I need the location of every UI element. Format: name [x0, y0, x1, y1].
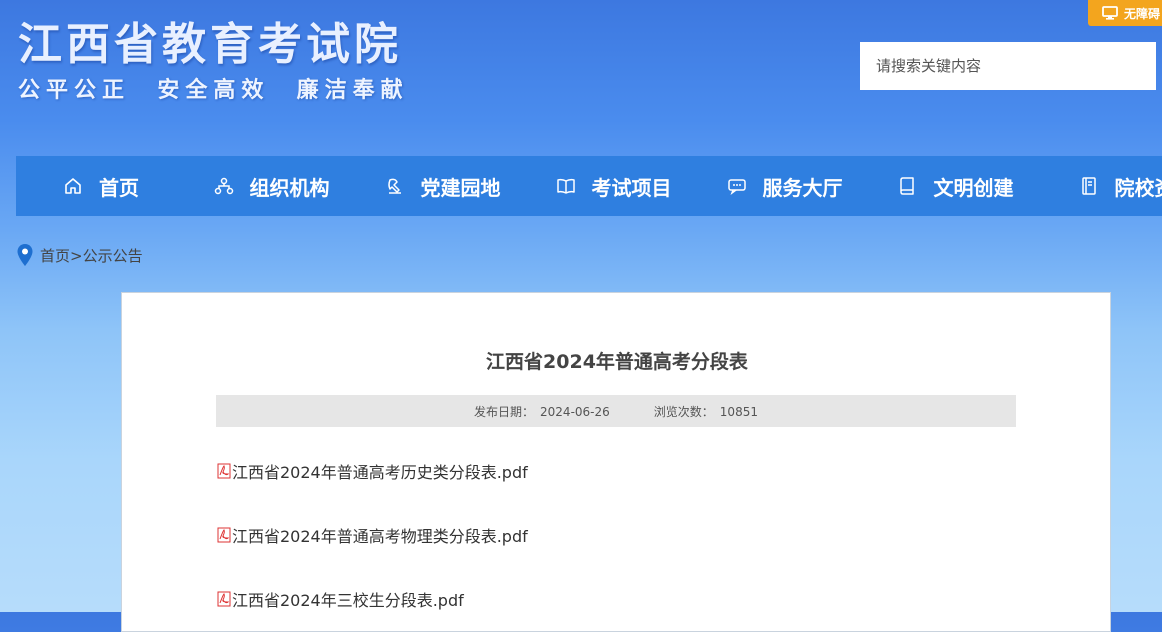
publish-date-label: 发布日期：: [474, 405, 534, 419]
search-input[interactable]: [860, 42, 1156, 90]
nav-label: 首页: [99, 172, 139, 201]
breadcrumb-current[interactable]: 公示公告: [83, 247, 143, 265]
party-icon: [385, 176, 405, 196]
document-icon: [1079, 176, 1099, 196]
nav-label: 党建园地: [421, 172, 501, 201]
nav-item-home[interactable]: 首页: [16, 156, 186, 216]
breadcrumb-separator: >: [70, 247, 83, 265]
org-chart-icon: [214, 176, 234, 196]
chat-icon: [727, 176, 747, 196]
nav-item-colleges[interactable]: 院校资: [1041, 156, 1162, 216]
pdf-icon: [217, 463, 231, 479]
site-slogan: 公平公正 安全高效 廉洁奉献: [18, 72, 409, 104]
accessibility-label: 无障碍: [1124, 5, 1160, 22]
attachment-link[interactable]: 江西省2024年三校生分段表.pdf: [217, 587, 464, 611]
book-icon: [898, 176, 918, 196]
article-meta: 发布日期： 2024-06-26 浏览次数： 10851: [216, 395, 1016, 427]
attachment-name: 江西省2024年普通高考历史类分段表.pdf: [232, 459, 528, 483]
view-count-label: 浏览次数：: [654, 405, 714, 419]
nav-label: 院校资: [1115, 172, 1162, 201]
accessibility-button[interactable]: 无障碍: [1088, 0, 1162, 26]
publish-date-value: 2024-06-26: [540, 405, 610, 419]
article-card: 江西省2024年普通高考分段表 发布日期： 2024-06-26 浏览次数： 108…: [121, 292, 1111, 632]
nav-label: 服务大厅: [763, 172, 843, 201]
pdf-icon: [217, 527, 231, 543]
nav-item-exams[interactable]: 考试项目: [528, 156, 699, 216]
nav-label: 组织机构: [250, 172, 330, 201]
view-count: 浏览次数： 10851: [654, 403, 758, 420]
attachment-link[interactable]: 江西省2024年普通高考历史类分段表.pdf: [217, 459, 528, 483]
attachment-link[interactable]: 江西省2024年普通高考物理类分段表.pdf: [217, 523, 528, 547]
breadcrumb-home-link[interactable]: 首页: [40, 247, 70, 265]
home-icon: [63, 176, 83, 196]
pdf-icon: [217, 591, 231, 607]
open-book-icon: [556, 176, 576, 196]
attachment-name: 江西省2024年三校生分段表.pdf: [232, 587, 464, 611]
main-nav: 首页 组织机构 党建园地 考试项目 服务大厅 文明创建 院校资: [16, 156, 1162, 216]
view-count-value: 10851: [720, 405, 758, 419]
article-title: 江西省2024年普通高考分段表: [122, 347, 1112, 374]
monitor-icon: [1102, 6, 1118, 20]
attachment-name: 江西省2024年普通高考物理类分段表.pdf: [232, 523, 528, 547]
nav-label: 考试项目: [592, 172, 672, 201]
nav-label: 文明创建: [934, 172, 1014, 201]
nav-item-party[interactable]: 党建园地: [357, 156, 528, 216]
breadcrumb: 首页>公示公告: [16, 242, 143, 268]
publish-date: 发布日期： 2024-06-26: [474, 403, 610, 420]
site-title: 江西省教育考试院: [18, 8, 402, 72]
nav-item-organization[interactable]: 组织机构: [186, 156, 357, 216]
nav-item-civilization[interactable]: 文明创建: [870, 156, 1041, 216]
location-pin-icon: [16, 243, 34, 267]
nav-item-service[interactable]: 服务大厅: [699, 156, 870, 216]
